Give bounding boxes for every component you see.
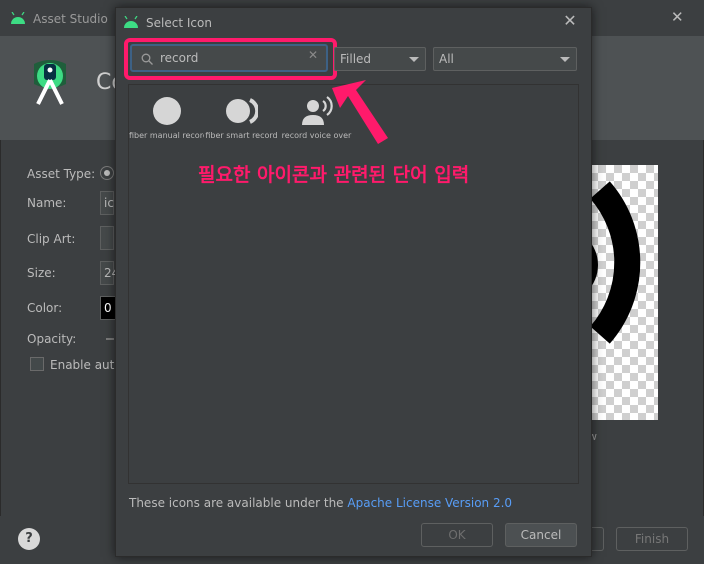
android-icon: [124, 16, 138, 28]
icon-item-label: record voice over: [281, 131, 352, 140]
apache-license-link[interactable]: Apache License Version 2.0: [347, 496, 512, 510]
enable-auto-label: Enable auto: [50, 358, 122, 372]
annotation-text: 필요한 아이콘과 관련된 단어 입력: [198, 164, 470, 186]
name-label: Name:: [27, 196, 67, 210]
color-label: Color:: [27, 301, 63, 315]
help-button[interactable]: ?: [18, 528, 40, 550]
icon-item-record-voice-over[interactable]: record voice over: [279, 89, 354, 145]
style-select[interactable]: Filled: [334, 47, 426, 71]
clip-art-button[interactable]: [100, 226, 114, 250]
asset-type-radio[interactable]: [100, 166, 114, 180]
close-icon[interactable]: ✕: [560, 11, 580, 31]
record-voice-over-icon: [301, 96, 333, 125]
license-prefix: These icons are available under the: [129, 496, 348, 510]
ok-button[interactable]: OK: [421, 523, 493, 547]
category-select-value: All: [439, 52, 454, 66]
fiber-manual-record-icon: [152, 97, 181, 125]
chevron-down-icon: [560, 57, 570, 62]
chevron-down-icon: [409, 57, 419, 62]
close-icon[interactable]: ✕: [671, 8, 684, 26]
style-select-value: Filled: [340, 52, 372, 66]
category-select[interactable]: All: [433, 47, 577, 71]
icon-item-label: fiber manual record: [129, 131, 204, 140]
clip-art-label: Clip Art:: [27, 232, 76, 246]
search-box[interactable]: ✕: [130, 44, 328, 72]
android-studio-logo-icon: [34, 60, 66, 105]
dialog-title: Select Icon: [146, 16, 212, 30]
finish-button[interactable]: Finish: [616, 527, 688, 551]
icon-item-fiber-manual-record[interactable]: fiber manual record: [129, 89, 204, 145]
license-text: These icons are available under the Apac…: [129, 496, 512, 510]
search-icon: [141, 53, 153, 65]
color-value: 0: [104, 301, 112, 315]
cancel-button[interactable]: Cancel: [505, 523, 577, 547]
icon-item-fiber-smart-record[interactable]: fiber smart record: [204, 89, 279, 145]
fiber-smart-record-icon: [225, 98, 258, 124]
select-icon-dialog: Select Icon ✕ ✕ Filled All fiber manual …: [115, 7, 592, 557]
name-field-value: ic: [104, 196, 114, 210]
size-label: Size:: [27, 266, 56, 280]
opacity-slider[interactable]: [106, 338, 114, 340]
icon-list: fiber manual record fiber smart record r…: [128, 84, 579, 484]
asset-type-label: Asset Type:: [27, 167, 96, 181]
preview-record-icon: [590, 181, 641, 344]
search-input[interactable]: [160, 49, 300, 67]
android-icon: [11, 12, 25, 24]
dialog-titlebar: Select Icon ✕: [116, 8, 591, 38]
window-title: Asset Studio: [33, 12, 108, 26]
clear-icon[interactable]: ✕: [308, 48, 318, 62]
enable-auto-checkbox[interactable]: [30, 357, 44, 371]
icon-item-label: fiber smart record: [205, 131, 278, 140]
preview-canvas: [590, 165, 658, 420]
opacity-label: Opacity:: [27, 332, 77, 346]
